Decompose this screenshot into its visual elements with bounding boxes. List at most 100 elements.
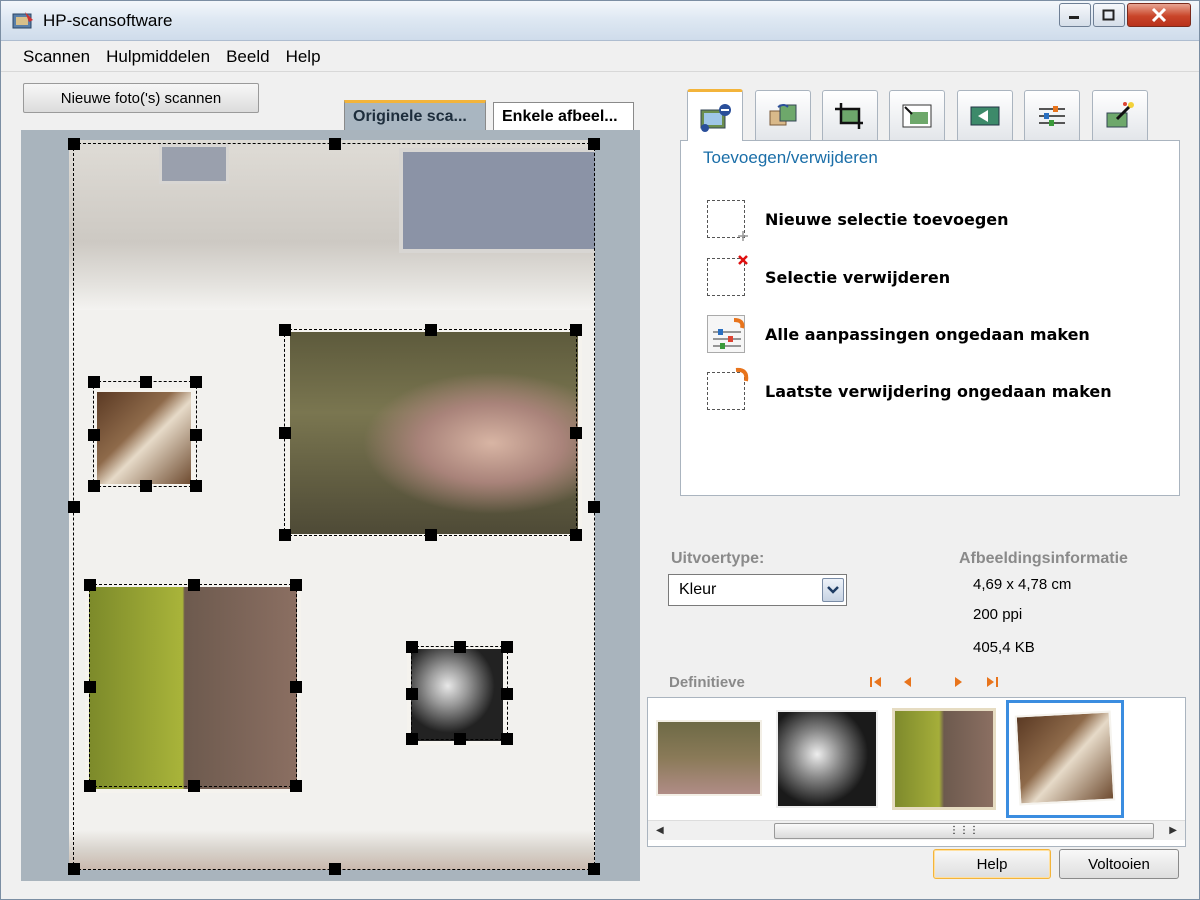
tab-add-remove[interactable]	[687, 89, 743, 141]
menu-bar: Scannen Hulpmiddelen Beeld Help	[1, 42, 1199, 72]
resize-icon	[902, 104, 932, 127]
tab-magic[interactable]	[1092, 90, 1148, 140]
resize-handle[interactable]	[588, 863, 600, 875]
resize-handle[interactable]	[425, 324, 437, 336]
resize-handle[interactable]	[188, 579, 200, 591]
resize-handle[interactable]	[88, 480, 100, 492]
resize-handle[interactable]	[190, 376, 202, 388]
tab-original-scan[interactable]: Originele sca...	[344, 100, 486, 130]
resize-handle[interactable]	[88, 429, 100, 441]
resize-handle[interactable]	[188, 780, 200, 792]
action-add-selection[interactable]: Nieuwe selectie toevoegen	[707, 199, 1009, 241]
remove-selection-icon	[707, 255, 748, 296]
tab-color[interactable]	[957, 90, 1013, 140]
resize-handle[interactable]	[279, 324, 291, 336]
resize-handle[interactable]	[140, 480, 152, 492]
resize-handle[interactable]	[406, 733, 418, 745]
finish-button[interactable]: Voltooien	[1059, 849, 1179, 879]
thumbnail[interactable]	[656, 720, 762, 796]
tab-single-image[interactable]: Enkele afbeel...	[493, 102, 634, 130]
resize-handle[interactable]	[190, 429, 202, 441]
thumbnail[interactable]	[776, 710, 878, 808]
output-type-value: Kleur	[679, 581, 717, 598]
resize-handle[interactable]	[88, 376, 100, 388]
resize-handle[interactable]	[454, 733, 466, 745]
next-icon[interactable]	[951, 674, 965, 690]
menu-hulpmiddelen[interactable]: Hulpmiddelen	[106, 47, 210, 67]
resize-handle[interactable]	[406, 688, 418, 700]
maximize-icon	[1102, 9, 1115, 21]
resize-handle[interactable]	[425, 529, 437, 541]
previous-icon[interactable]	[901, 674, 915, 690]
window-title: HP-scansoftware	[43, 11, 173, 30]
resize-handle[interactable]	[290, 579, 302, 591]
resize-handle[interactable]	[329, 138, 341, 150]
resize-handle[interactable]	[501, 641, 513, 653]
last-icon[interactable]	[985, 674, 999, 690]
title-bar[interactable]: HP-scansoftware	[1, 1, 1199, 41]
resize-handle[interactable]	[501, 733, 513, 745]
selection-photo-bw[interactable]	[406, 641, 513, 745]
undo-removal-icon	[707, 367, 749, 410]
add-remove-panel: Toevoegen/verwijderen Nieuwe selectie to…	[680, 140, 1180, 496]
resize-handle[interactable]	[290, 681, 302, 693]
resize-handle[interactable]	[68, 863, 80, 875]
selection-photo-large-right[interactable]	[279, 324, 582, 541]
action-undo-last-removal[interactable]: Laatste verwijdering ongedaan maken	[707, 367, 1112, 411]
output-type-select[interactable]: Kleur	[668, 574, 847, 606]
resize-handle[interactable]	[406, 641, 418, 653]
tab-crop[interactable]	[822, 90, 878, 140]
selection-photo-bottom-left[interactable]	[84, 579, 302, 792]
minimize-button[interactable]	[1059, 3, 1091, 27]
action-label: Laatste verwijdering ongedaan maken	[765, 381, 1112, 401]
crop-icon	[835, 102, 863, 129]
first-icon[interactable]	[869, 674, 883, 690]
resize-handle[interactable]	[454, 641, 466, 653]
scrollbar-thumb[interactable]: ⋮⋮⋮	[774, 823, 1154, 839]
resize-handle[interactable]	[588, 501, 600, 513]
resize-handle[interactable]	[84, 780, 96, 792]
maximize-button[interactable]	[1093, 3, 1125, 27]
horizontal-scrollbar[interactable]: ◀ ⋮⋮⋮ ▶	[648, 820, 1185, 840]
resize-handle[interactable]	[279, 427, 291, 439]
resize-handle[interactable]	[84, 579, 96, 591]
minimize-icon	[1069, 16, 1079, 19]
resize-handle[interactable]	[570, 427, 582, 439]
image-filesize: 405,4 KB	[973, 639, 1035, 656]
thumbnail[interactable]	[892, 708, 996, 810]
resize-handle[interactable]	[588, 138, 600, 150]
resize-handle[interactable]	[501, 688, 513, 700]
new-scan-button[interactable]: Nieuwe foto('s) scannen	[23, 83, 259, 113]
thumbnail-image	[1014, 710, 1116, 806]
panel-title: Toevoegen/verwijderen	[703, 148, 878, 167]
selection-photo-small-left[interactable]	[88, 376, 202, 492]
help-button[interactable]: Help	[933, 849, 1051, 879]
menu-help[interactable]: Help	[286, 47, 321, 67]
rotate-icon	[769, 103, 797, 125]
resize-handle[interactable]	[290, 780, 302, 792]
resize-handle[interactable]	[140, 376, 152, 388]
menu-beeld[interactable]: Beeld	[226, 47, 269, 67]
action-remove-selection[interactable]: Selectie verwijderen	[707, 255, 951, 297]
tab-adjust[interactable]	[1024, 90, 1080, 140]
resize-handle[interactable]	[570, 324, 582, 336]
resize-handle[interactable]	[329, 863, 341, 875]
dropdown-arrow[interactable]	[822, 578, 844, 602]
scroll-left-icon[interactable]: ◀	[656, 825, 664, 836]
thumbnail-selected[interactable]	[1006, 700, 1124, 818]
resize-handle[interactable]	[190, 480, 202, 492]
color-icon	[970, 106, 1000, 125]
resize-handle[interactable]	[84, 681, 96, 693]
tab-resize[interactable]	[889, 90, 945, 140]
menu-scannen[interactable]: Scannen	[23, 47, 90, 67]
resize-handle[interactable]	[570, 529, 582, 541]
action-label: Selectie verwijderen	[765, 267, 951, 287]
resize-handle[interactable]	[68, 138, 80, 150]
resize-handle[interactable]	[68, 501, 80, 513]
action-label: Nieuwe selectie toevoegen	[765, 209, 1009, 229]
tab-rotate[interactable]	[755, 90, 811, 140]
action-undo-all[interactable]: Alle aanpassingen ongedaan maken	[707, 314, 1090, 354]
scroll-right-icon[interactable]: ▶	[1169, 825, 1177, 836]
close-button[interactable]	[1127, 3, 1191, 27]
resize-handle[interactable]	[279, 529, 291, 541]
